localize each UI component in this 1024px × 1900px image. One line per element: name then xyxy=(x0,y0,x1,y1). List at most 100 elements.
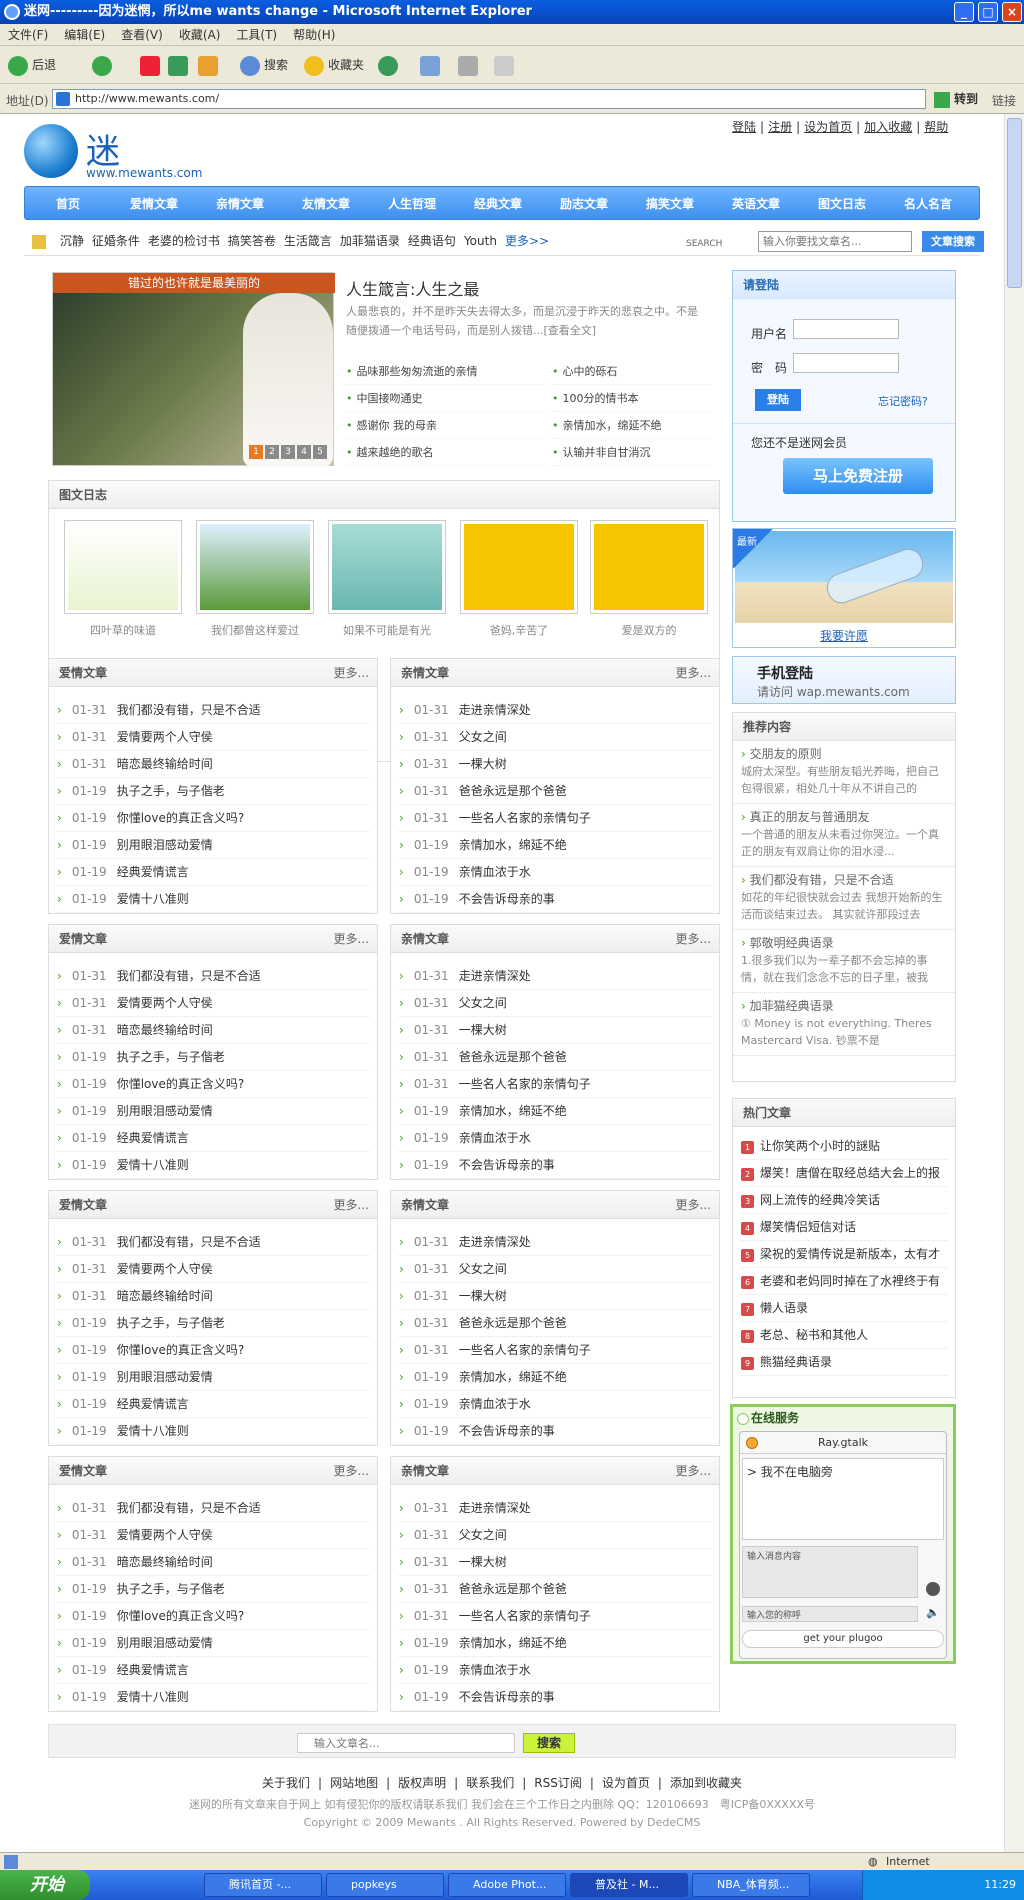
item-title[interactable]: 走进亲情深处 xyxy=(459,969,531,983)
item-title[interactable]: 爱情十八准则 xyxy=(117,1424,189,1438)
footer-link-contact[interactable]: 联系我们 xyxy=(466,1776,514,1790)
list-item[interactable]: 3 网上流传的经典冷笑话 xyxy=(741,1187,947,1214)
list-item[interactable]: 5 梁祝的爱情传说是新版本，太有才 xyxy=(741,1241,947,1268)
item-title[interactable]: 暗恋最终输给时间 xyxy=(117,1289,213,1303)
list-item[interactable]: 01-31 爱情要两个人守侯 xyxy=(57,1522,369,1549)
hot-item-title[interactable]: 老总、秘书和其他人 xyxy=(760,1328,868,1342)
list-item[interactable]: 01-31 一棵大树 xyxy=(399,1017,711,1044)
item-title[interactable]: 别用眼泪感动爱情 xyxy=(117,1636,213,1650)
photolog-caption[interactable]: 如果不可能是有光 xyxy=(328,622,446,638)
list-item[interactable]: 01-19 爱情十八准则 xyxy=(57,1418,369,1445)
item-title[interactable]: 暗恋最终输给时间 xyxy=(117,1555,213,1569)
recommend-item[interactable]: 交朋友的原则城府太深型。有些朋友韬光养晦，把自己包得很紧，相处几十年从不讲自己的 xyxy=(733,741,955,804)
item-title[interactable]: 执子之手，与子偕老 xyxy=(117,1316,225,1330)
taskbar-button[interactable]: NBA_体育频... xyxy=(692,1873,810,1897)
item-title[interactable]: 亲情加水，绵延不绝 xyxy=(459,1104,567,1118)
site-logo-icon[interactable] xyxy=(24,124,78,178)
list-item[interactable]: 01-19 执子之手，与子偕老 xyxy=(57,1576,369,1603)
item-title[interactable]: 一些名人名家的亲情句子 xyxy=(459,1077,591,1091)
item-title[interactable]: 你懂love的真正含义吗? xyxy=(117,1343,245,1357)
item-title[interactable]: 亲情加水，绵延不绝 xyxy=(459,1370,567,1384)
list-item[interactable]: 01-19 你懂love的真正含义吗? xyxy=(57,1603,369,1630)
mail-button[interactable] xyxy=(420,55,444,76)
nav-quotes[interactable]: 名人名言 xyxy=(885,187,971,221)
recommend-item-title[interactable]: 真正的朋友与普通朋友 xyxy=(741,808,947,826)
item-title[interactable]: 执子之手，与子偕老 xyxy=(117,1582,225,1596)
menu-view[interactable]: 查看(V) xyxy=(113,24,171,46)
more-link[interactable]: 更多... xyxy=(334,1191,369,1219)
slide-page[interactable]: 5 xyxy=(313,445,327,459)
hot-item-title[interactable]: 梁祝的爱情传说是新版本，太有才 xyxy=(760,1247,940,1261)
list-item[interactable]: 7 懒人语录 xyxy=(741,1295,947,1322)
nav-love[interactable]: 爱情文章 xyxy=(111,187,197,221)
hot-item-title[interactable]: 熊猫经典语录 xyxy=(760,1355,832,1369)
item-title[interactable]: 亲情血浓于水 xyxy=(459,865,531,879)
links-button[interactable]: 链接 xyxy=(992,92,1016,109)
list-item[interactable]: 01-31 一棵大树 xyxy=(399,751,711,778)
recommend-item[interactable]: 加菲猫经典语录 ① Money is not everything. Theres… xyxy=(733,993,955,1056)
keywords-more-link[interactable]: 更多>> xyxy=(505,234,549,248)
article-search-button[interactable]: 文章搜索 xyxy=(922,231,984,252)
list-item[interactable]: 01-19 亲情血浓于水 xyxy=(399,1657,711,1684)
list-item[interactable]: 01-19 执子之手，与子偕老 xyxy=(57,778,369,805)
feature-slideshow[interactable]: 错过的也许就是最美丽的 12345 xyxy=(52,272,335,467)
feature-link[interactable]: 感谢你 我的母亲 xyxy=(346,412,546,439)
photolog-thumb[interactable] xyxy=(460,520,578,614)
item-title[interactable]: 一棵大树 xyxy=(459,757,507,771)
menu-tools[interactable]: 工具(T) xyxy=(228,24,285,46)
item-title[interactable]: 我们都没有错，只是不合适 xyxy=(117,703,261,717)
minimize-button[interactable]: _ xyxy=(954,2,974,22)
keyword[interactable]: 搞笑答卷 xyxy=(228,234,276,248)
item-title[interactable]: 别用眼泪感动爱情 xyxy=(117,1370,213,1384)
footer-link-sitemap[interactable]: 网站地图 xyxy=(330,1776,378,1790)
list-item[interactable]: 4 爆笑情侣短信对话 xyxy=(741,1214,947,1241)
send-icon[interactable] xyxy=(926,1582,940,1596)
item-title[interactable]: 父女之间 xyxy=(459,996,507,1010)
nav-inspire[interactable]: 励志文章 xyxy=(541,187,627,221)
nav-english[interactable]: 英语文章 xyxy=(713,187,799,221)
slide-page[interactable]: 1 xyxy=(249,445,263,459)
list-item[interactable]: 01-31 父女之间 xyxy=(399,1522,711,1549)
item-title[interactable]: 我们都没有错，只是不合适 xyxy=(117,1501,261,1515)
list-item[interactable]: 01-19 亲情血浓于水 xyxy=(399,859,711,886)
item-title[interactable]: 执子之手，与子偕老 xyxy=(117,1050,225,1064)
toplink-login[interactable]: 登陆 xyxy=(732,120,756,134)
photolog-thumb[interactable] xyxy=(590,520,708,614)
recommend-item-title[interactable]: 加菲猫经典语录 xyxy=(741,997,947,1015)
feature-link[interactable]: 亲情加水，绵延不绝 xyxy=(552,412,710,439)
list-item[interactable]: 01-19 不会告诉母亲的事 xyxy=(399,1152,711,1179)
item-title[interactable]: 爸爸永远是那个爸爸 xyxy=(459,784,567,798)
list-item[interactable]: 01-19 亲情血浓于水 xyxy=(399,1391,711,1418)
item-title[interactable]: 你懂love的真正含义吗? xyxy=(117,811,245,825)
slide-page[interactable]: 2 xyxy=(265,445,279,459)
toplink-help[interactable]: 帮助 xyxy=(924,120,948,134)
item-title[interactable]: 暗恋最终输给时间 xyxy=(117,757,213,771)
register-button[interactable]: 马上免费注册 xyxy=(783,458,933,494)
list-item[interactable]: 01-31 暗恋最终输给时间 xyxy=(57,751,369,778)
nav-friendship[interactable]: 友情文章 xyxy=(283,187,369,221)
item-title[interactable]: 执子之手，与子偕老 xyxy=(117,784,225,798)
nav-family[interactable]: 亲情文章 xyxy=(197,187,283,221)
list-item[interactable]: 01-31 走进亲情深处 xyxy=(399,1495,711,1522)
feature-link[interactable]: 品味那些匆匆流逝的亲情 xyxy=(346,358,546,385)
menu-edit[interactable]: 编辑(E) xyxy=(56,24,113,46)
footer-link-rss[interactable]: RSS订阅 xyxy=(534,1776,582,1790)
item-title[interactable]: 走进亲情深处 xyxy=(459,1235,531,1249)
list-item[interactable]: 6 老婆和老妈同时掉在了水裡终于有 xyxy=(741,1268,947,1295)
list-item[interactable]: 01-19 亲情加水，绵延不绝 xyxy=(399,1098,711,1125)
photolog-thumb[interactable] xyxy=(328,520,446,614)
item-title[interactable]: 我们都没有错，只是不合适 xyxy=(117,969,261,983)
list-item[interactable]: 01-19 经典爱情谎言 xyxy=(57,1657,369,1684)
item-title[interactable]: 爸爸永远是那个爸爸 xyxy=(459,1050,567,1064)
item-title[interactable]: 不会告诉母亲的事 xyxy=(459,1424,555,1438)
slide-page[interactable]: 3 xyxy=(281,445,295,459)
toplink-set-home[interactable]: 设为首页 xyxy=(804,120,852,134)
list-item[interactable]: 01-31 我们都没有错，只是不合适 xyxy=(57,963,369,990)
keyword[interactable]: 老婆的检讨书 xyxy=(148,234,220,248)
item-title[interactable]: 爱情十八准则 xyxy=(117,892,189,906)
feature-link[interactable]: 100分的情书本 xyxy=(552,385,710,412)
item-title[interactable]: 爸爸永远是那个爸爸 xyxy=(459,1316,567,1330)
item-title[interactable]: 爱情十八准则 xyxy=(117,1158,189,1172)
footer-link-copyright[interactable]: 版权声明 xyxy=(398,1776,446,1790)
item-title[interactable]: 一棵大树 xyxy=(459,1289,507,1303)
